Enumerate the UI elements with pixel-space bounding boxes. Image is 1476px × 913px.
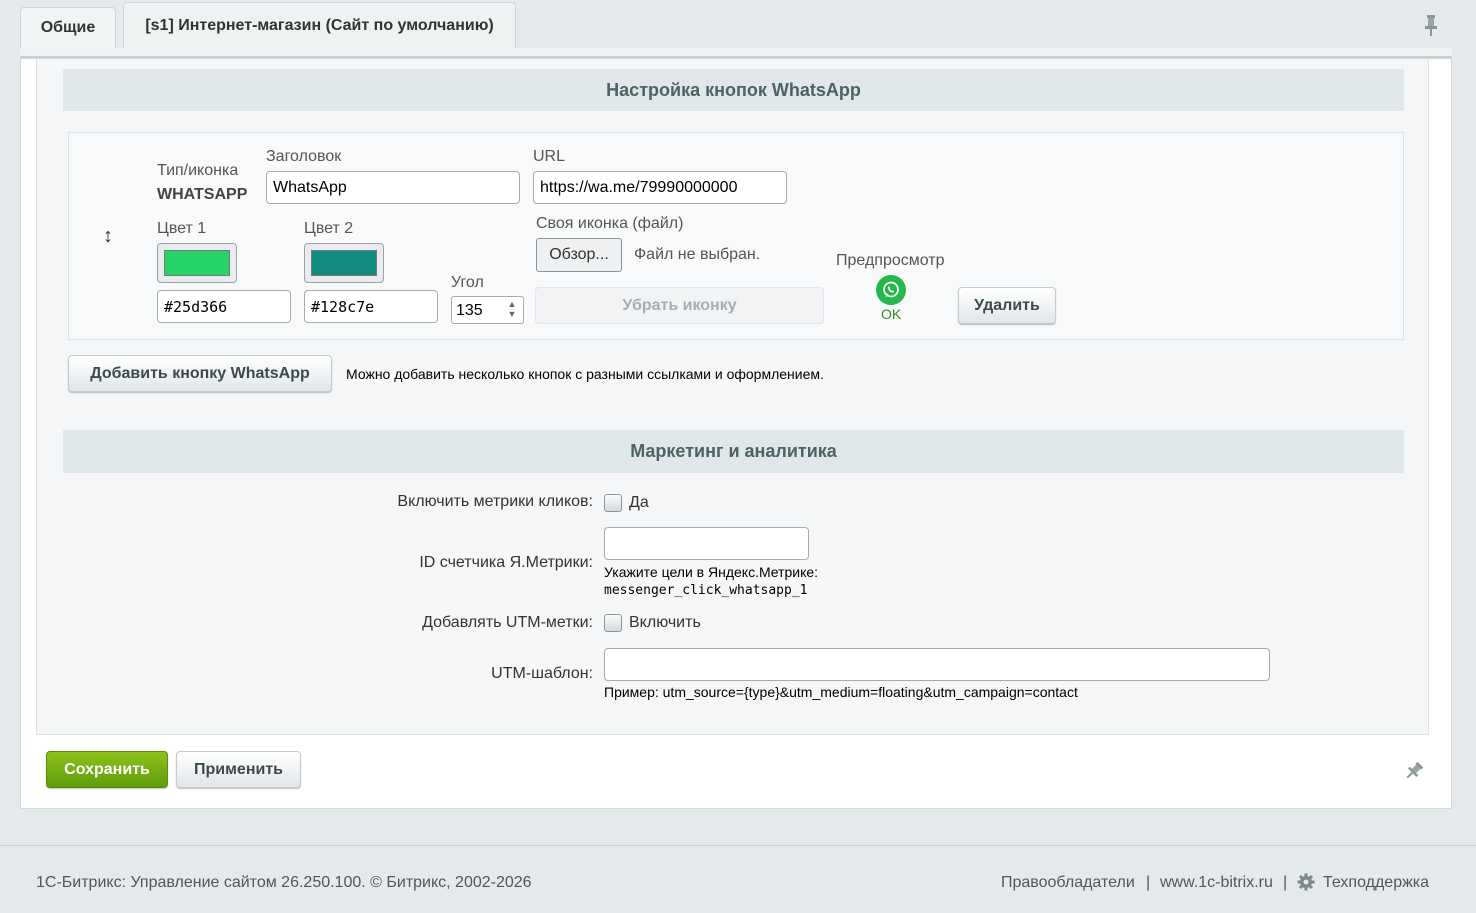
color1-input[interactable]: #25d366 — [157, 290, 291, 323]
support-link[interactable]: Техподдержка — [1323, 874, 1429, 892]
utm-template-label: UTM-шаблон: — [491, 665, 593, 682]
color1-picker[interactable] — [157, 243, 237, 283]
utm-template-input[interactable] — [604, 648, 1270, 681]
whatsapp-section-title: Настройка кнопок WhatsApp — [63, 69, 1404, 111]
whatsapp-button-row: ↕ Тип/иконка WHATSAPP Заголовок WhatsApp… — [68, 132, 1404, 340]
drag-handle-icon[interactable]: ↕ — [103, 225, 113, 248]
angle-value: 135 — [456, 302, 483, 319]
utm-label: Добавлять UTM-метки: — [422, 614, 593, 631]
angle-input[interactable]: 135 ▲ ▼ — [451, 296, 524, 324]
browse-button[interactable]: Обзор... — [536, 238, 622, 272]
marketing-section-title: Маркетинг и аналитика — [63, 430, 1404, 473]
color2-label: Цвет 2 — [304, 220, 354, 237]
utm-checkbox-label[interactable]: Включить — [629, 614, 701, 632]
footer-separator: | — [1146, 874, 1151, 891]
url-input[interactable]: https://wa.me/79990000000 — [533, 171, 787, 204]
settings-inner: Настройка кнопок WhatsApp ↕ Тип/иконка W… — [36, 59, 1429, 735]
metrics-checkbox-label[interactable]: Да — [629, 494, 649, 512]
tab-site[interactable]: [s1] Интернет-магазин (Сайт по умолчанию… — [123, 2, 516, 48]
footer-divider — [0, 845, 1476, 846]
color1-label: Цвет 1 — [157, 220, 207, 237]
remove-icon-button[interactable]: Убрать иконку — [535, 287, 824, 324]
icon-file-label: Своя иконка (файл) — [536, 215, 684, 232]
rights-link[interactable]: Правообладатели — [1001, 874, 1135, 892]
metrics-checkbox[interactable] — [604, 494, 622, 512]
whatsapp-icon — [876, 275, 906, 305]
heading-label: Заголовок — [266, 148, 342, 165]
utm-example: Пример: utm_source={type}&utm_medium=flo… — [604, 684, 1078, 700]
add-hint: Можно добавить несколько кнопок с разным… — [346, 366, 824, 382]
preview-label: Предпросмотр — [836, 252, 945, 269]
save-button[interactable]: Сохранить — [46, 751, 168, 788]
no-file-text: Файл не выбран. — [634, 246, 761, 263]
footer-separator: | — [1283, 874, 1288, 891]
url-label: URL — [533, 148, 566, 165]
preview-status: OK — [881, 306, 902, 322]
apply-button[interactable]: Применить — [176, 751, 301, 788]
tab-strip-divider — [20, 48, 1452, 58]
ym-goal: messenger_click_whatsapp_1 — [604, 583, 808, 598]
gear-icon — [1297, 873, 1315, 891]
ym-counter-input[interactable] — [604, 527, 809, 560]
heading-input[interactable]: WhatsApp — [266, 171, 520, 204]
metrics-label: Включить метрики кликов: — [397, 493, 593, 510]
type-label: Тип/иконка — [157, 162, 239, 179]
utm-checkbox[interactable] — [604, 614, 622, 632]
footer-copyright: 1С-Битрикс: Управление сайтом 26.250.100… — [36, 874, 532, 891]
tab-general[interactable]: Общие — [20, 7, 116, 48]
spinner-arrows-icon[interactable]: ▲ ▼ — [505, 299, 519, 321]
settings-panel: Настройка кнопок WhatsApp ↕ Тип/иконка W… — [20, 58, 1452, 809]
color2-input[interactable]: #128c7e — [304, 290, 438, 323]
ym-hint: Укажите цели в Яндекс.Метрике: — [604, 564, 819, 580]
type-value: WHATSAPP — [157, 186, 248, 203]
pin-icon[interactable] — [1404, 761, 1424, 781]
delete-button[interactable]: Удалить — [958, 287, 1056, 324]
ym-label: ID счетчика Я.Метрики: — [419, 554, 593, 571]
color2-picker[interactable] — [304, 243, 384, 283]
pin-icon[interactable] — [1422, 14, 1440, 36]
add-whatsapp-button[interactable]: Добавить кнопку WhatsApp — [68, 355, 332, 392]
site-link[interactable]: www.1c-bitrix.ru — [1160, 874, 1273, 892]
angle-label: Угол — [451, 274, 484, 291]
